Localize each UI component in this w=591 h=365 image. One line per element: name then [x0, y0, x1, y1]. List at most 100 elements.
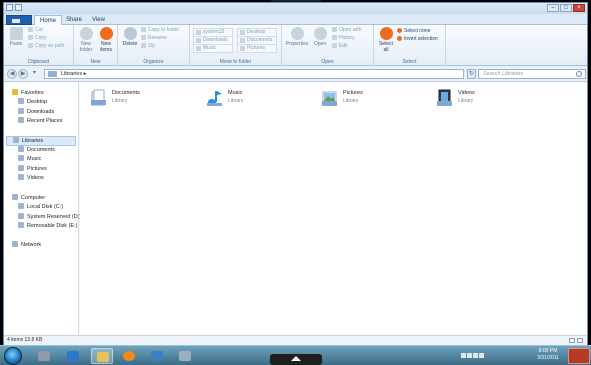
open-button[interactable]: Open	[310, 27, 330, 47]
properties-icon	[290, 27, 304, 40]
copy-as-path-button[interactable]: Copy as path	[28, 43, 64, 50]
select-none-button[interactable]: Select none	[397, 28, 430, 35]
history-icon	[332, 35, 337, 40]
copy-to-folder-button[interactable]: Copy to folder	[141, 27, 179, 34]
explorer-window: – □ × Home Share View Paste Cut Copy Cop…	[3, 2, 588, 345]
view-toggles	[569, 338, 583, 343]
zip-button[interactable]: Zip	[141, 43, 155, 50]
clock[interactable]: 8:00 PM 3/31/2011	[533, 348, 563, 362]
delete-icon	[123, 27, 137, 40]
nav-item-removable-disk[interactable]: Removable Disk (E:)	[18, 222, 77, 230]
library-music[interactable]: Music Library	[206, 88, 306, 110]
taskbar-app-1[interactable]	[33, 348, 55, 364]
library-documents[interactable]: Documents Library	[90, 88, 190, 110]
taskbar-app-2[interactable]	[62, 348, 84, 364]
breadcrumb-libraries[interactable]: Libraries	[61, 71, 82, 77]
rename-button[interactable]: Rename	[141, 35, 167, 42]
status-bar: 4 items 13.8 KB	[4, 335, 587, 345]
network-icon	[12, 241, 18, 247]
history-button[interactable]: History	[332, 35, 355, 42]
nav-item-local-disk[interactable]: Local Disk (C:)	[18, 203, 63, 211]
new-folder-icon	[79, 27, 93, 40]
open-with-button[interactable]: Open with	[332, 27, 362, 34]
music-icon	[18, 155, 24, 161]
library-videos[interactable]: Videos Library	[436, 88, 536, 110]
flag-icon[interactable]	[467, 353, 472, 358]
tab-view[interactable]: View	[87, 15, 110, 25]
maximize-button[interactable]: □	[560, 4, 572, 12]
search-input[interactable]: Search Libraries	[478, 69, 586, 79]
open-with-icon	[332, 27, 337, 32]
navigation-pane: Favorites Desktop Downloads Recent Place…	[4, 82, 81, 335]
nav-item-desktop[interactable]: Desktop	[18, 98, 47, 106]
new-folder-quick-icon[interactable]	[15, 4, 22, 11]
library-pictures[interactable]: Pictures Library	[321, 88, 421, 110]
details-view-button[interactable]	[569, 338, 575, 343]
app-icon	[38, 351, 50, 361]
forward-button[interactable]: ▶	[18, 69, 28, 79]
properties-quick-icon[interactable]	[6, 4, 13, 11]
nav-item-documents[interactable]: Documents	[18, 146, 55, 154]
copy-button[interactable]: Copy	[28, 35, 47, 42]
recent-locations-button[interactable]: ▾	[30, 69, 39, 79]
file-list: Documents Library Music Library Pictures…	[80, 82, 587, 335]
refresh-button[interactable]: ↻	[467, 69, 476, 79]
minimize-button[interactable]: –	[547, 4, 559, 12]
title-bar: – □ ×	[4, 3, 587, 14]
app-icon	[67, 351, 79, 361]
delete-button[interactable]: Delete	[120, 27, 140, 47]
back-button[interactable]: ◀	[7, 69, 17, 79]
nav-favorites[interactable]: Favorites	[12, 89, 44, 97]
large-icons-view-button[interactable]	[577, 338, 583, 343]
pictures-library-icon	[322, 91, 337, 106]
file-menu-button[interactable]	[6, 15, 32, 25]
nav-computer[interactable]: Computer	[12, 194, 45, 202]
taskbar-app-6[interactable]	[174, 348, 196, 364]
folder-icon	[240, 30, 245, 35]
new-folder-button[interactable]: New folder	[76, 27, 96, 53]
cut-button[interactable]: Cut	[28, 27, 43, 34]
desktop-icon	[18, 98, 24, 104]
tab-home[interactable]: Home	[34, 15, 63, 25]
close-button[interactable]: ×	[573, 4, 585, 12]
taskbar-explorer[interactable]	[91, 348, 113, 364]
volume-icon[interactable]	[479, 353, 484, 358]
clipboard-group: Paste Cut Copy Copy as path Clipboard	[4, 25, 74, 66]
select-group-label: Select	[402, 59, 417, 65]
show-desktop-button[interactable]	[568, 348, 590, 364]
edit-icon	[332, 43, 337, 48]
edit-button[interactable]: Edit	[332, 43, 348, 50]
start-button[interactable]	[4, 347, 22, 365]
invert-selection-icon	[397, 36, 402, 41]
breadcrumb[interactable]: Libraries ▸	[44, 69, 464, 79]
network-icon[interactable]	[473, 353, 478, 358]
nav-item-downloads[interactable]: Downloads	[18, 108, 54, 116]
nav-item-recent-places[interactable]: Recent Places	[18, 117, 62, 125]
nav-network[interactable]: Network	[12, 241, 41, 249]
paste-icon	[9, 27, 23, 40]
move-folder-music[interactable]: Music	[193, 44, 233, 53]
file-menu-icon	[12, 19, 20, 23]
nav-item-videos[interactable]: Videos	[18, 174, 44, 182]
nav-item-system-reserved[interactable]: System Reserved (D:)	[18, 213, 81, 221]
paste-button[interactable]: Paste	[6, 27, 26, 47]
clock-time: 8:00 PM	[538, 348, 558, 354]
expand-bottom-handle[interactable]	[270, 354, 322, 365]
nav-item-pictures[interactable]: Pictures	[18, 165, 47, 173]
nav-libraries[interactable]: Libraries	[6, 136, 76, 146]
nav-item-music[interactable]: Music	[18, 155, 41, 163]
select-group: Select all Select none Invert selection …	[374, 25, 446, 66]
tab-share[interactable]: Share	[61, 15, 87, 25]
libraries-icon	[13, 137, 19, 143]
properties-button[interactable]: Properties	[285, 27, 309, 47]
hard-drive-icon	[18, 203, 24, 209]
new-items-button[interactable]: New items	[96, 27, 116, 53]
invert-selection-button[interactable]: Invert selection	[397, 36, 438, 43]
tray-arrow-icon[interactable]	[461, 353, 466, 358]
downloads-icon	[18, 108, 24, 114]
taskbar-app-5[interactable]	[146, 348, 168, 364]
taskbar-media-player[interactable]	[118, 348, 140, 364]
move-group-label: Move to folder	[219, 59, 252, 65]
select-all-button[interactable]: Select all	[376, 27, 396, 53]
move-folder-pictures[interactable]: Pictures	[237, 44, 277, 53]
